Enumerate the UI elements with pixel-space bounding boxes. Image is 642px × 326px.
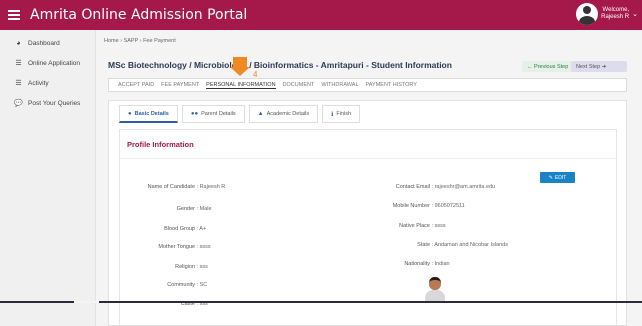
subtab-basic-details[interactable]: ● Basic Details (119, 105, 178, 123)
field-label: Nationality (404, 261, 430, 267)
sidebar-item-label: Dashboard (28, 39, 60, 47)
field-value: : Andaman and Nicobar Islands (431, 242, 508, 248)
field-value: : ssss (431, 223, 446, 229)
step-tabs: ACCEPT PAID FEE PAYMENT PERSONAL INFORMA… (108, 78, 627, 92)
tab-accept-paid[interactable]: ACCEPT PAID (118, 82, 154, 88)
field-contact-email: Contact Email : rajeeshr@am.amrita.edu (330, 184, 495, 190)
user-greeting: Welcome, Rajeesh R (601, 7, 629, 21)
sidebar-item-online-application[interactable]: ☰ Online Application (0, 53, 95, 73)
sidebar: ◕ Dashboard ☰ Online Application ☰ Activ… (0, 30, 96, 326)
subtab-finish[interactable]: ℹ Finish (322, 105, 361, 123)
breadcrumb-fee-payment[interactable]: Fee Payment (143, 38, 176, 44)
annotation-number: 4 (253, 70, 258, 79)
field-label: Mobile Number (392, 203, 430, 209)
subtab-label: Finish (336, 111, 352, 117)
previous-step-button[interactable]: ← Previous Step (522, 61, 574, 72)
chevron-down-icon[interactable]: ⌄ (632, 10, 638, 18)
user-icon: ● (128, 110, 132, 117)
field-name-of-candidate: Name of Candidate : Rajeesh R (126, 184, 226, 190)
detail-subtabs: ● Basic Details ●● Parent Details ▲ Acad… (119, 105, 361, 123)
photo-head (429, 277, 441, 290)
sidebar-item-label: Online Application (28, 59, 81, 67)
field-value: : Indian (431, 261, 450, 267)
field-label: Native Place (399, 223, 430, 229)
field-religion: Religion : sss (126, 264, 208, 270)
field-gender: Gender : Male (126, 206, 212, 212)
user-name: Rajeesh R (601, 14, 630, 20)
tab-withdrawal[interactable]: WITHDRAWAL (321, 82, 358, 88)
field-label: Name of Candidate (147, 184, 195, 190)
divider (120, 158, 616, 159)
profile-title: Profile Information (127, 140, 194, 149)
field-value: : 9605072511 (431, 203, 465, 209)
student-info-panel: ● Basic Details ●● Parent Details ▲ Acad… (108, 100, 627, 326)
sidebar-item-label: Post Your Queries (28, 99, 81, 107)
edit-label: EDIT (554, 174, 567, 181)
chat-bubble-icon: 💬 (14, 100, 23, 107)
subtab-label: Basic Details (134, 110, 169, 117)
sidebar-item-post-queries[interactable]: 💬 Post Your Queries (0, 93, 95, 113)
field-label: State (417, 242, 430, 248)
field-value: : SC (196, 282, 208, 288)
avatar-icon[interactable] (576, 3, 599, 25)
field-label: Blood Group (164, 226, 195, 232)
tab-fee-payment[interactable]: FEE PAYMENT (161, 82, 199, 88)
field-mother-tongue: Mother Tongue : ssss (126, 244, 211, 250)
subtab-label: Parent Details (201, 111, 236, 117)
page-title: MSc Biotechnology / Microbiology / Bioin… (108, 60, 452, 70)
field-value: : sss (196, 264, 208, 270)
edit-button[interactable]: ✎ EDIT (540, 172, 575, 183)
field-state: State : Andaman and Nicobar Islands (330, 242, 508, 248)
subtab-parent-details[interactable]: ●● Parent Details (181, 105, 245, 123)
field-mobile-number: Mobile Number : 9605072511 (330, 203, 465, 209)
field-label: Religion (175, 264, 195, 270)
list-icon: ☰ (15, 60, 22, 67)
tab-document[interactable]: DOCUMENT (283, 82, 315, 88)
profile-card: Profile Information ✎ EDIT Name of Candi… (119, 129, 617, 326)
field-value: : A+ (196, 226, 207, 232)
field-value: : ssss (196, 244, 211, 250)
field-native-place: Native Place : ssss (330, 223, 446, 229)
sidebar-item-activity[interactable]: ☰ Activity (0, 73, 95, 93)
next-step-button[interactable]: Next Step ➜ (571, 61, 627, 72)
hamburger-menu-icon[interactable] (8, 10, 20, 20)
subtab-label: Academic Details (266, 111, 310, 117)
top-bar: Amrita Online Admission Portal Welcome, … (0, 0, 642, 30)
field-label: Mother Tongue (158, 244, 195, 250)
field-label: Gender (176, 206, 195, 212)
field-value: : Rajeesh R (196, 184, 226, 190)
breadcrumb-separator: › (139, 38, 142, 44)
users-icon: ●● (190, 111, 199, 117)
tab-payment-history[interactable]: PAYMENT HISTORY (366, 82, 417, 88)
breadcrumb-separator: › (120, 38, 123, 44)
sidebar-item-dashboard[interactable]: ◕ Dashboard (0, 33, 95, 53)
field-label: Contact Email (395, 184, 430, 190)
breadcrumb: Home › SAPP › Fee Payment (104, 38, 176, 44)
dashboard-gauge-icon: ◕ (16, 39, 21, 47)
app-title: Amrita Online Admission Portal (30, 7, 248, 23)
breadcrumb-home[interactable]: Home (104, 38, 119, 44)
info-icon: ℹ (331, 111, 334, 118)
bottom-divider-gap (74, 301, 99, 303)
user-menu[interactable]: Welcome, Rajeesh R ⌄ (576, 3, 638, 25)
field-nationality: Nationality : Indian (330, 261, 450, 267)
welcome-text: Welcome, (602, 7, 630, 13)
field-label: Community (167, 282, 195, 288)
sidebar-item-label: Activity (28, 79, 49, 87)
list-icon: ☰ (15, 80, 22, 87)
annotation-arrow-icon (230, 57, 250, 76)
breadcrumb-sapp[interactable]: SAPP (124, 38, 139, 44)
edit-pencil-icon: ✎ (548, 174, 553, 181)
field-value: : Male (196, 206, 212, 212)
profile-photo (425, 277, 445, 302)
graduation-cap-icon: ▲ (257, 111, 264, 117)
tab-personal-information[interactable]: PERSONAL INFORMATION (206, 82, 276, 89)
field-value: : rajeeshr@am.amrita.edu (431, 184, 496, 190)
subtab-academic-details[interactable]: ▲ Academic Details (248, 105, 319, 123)
main-content: Home › SAPP › Fee Payment MSc Biotechnol… (97, 30, 642, 326)
field-blood-group: Blood Group : A+ (126, 226, 206, 232)
field-community: Community : SC (126, 282, 207, 288)
